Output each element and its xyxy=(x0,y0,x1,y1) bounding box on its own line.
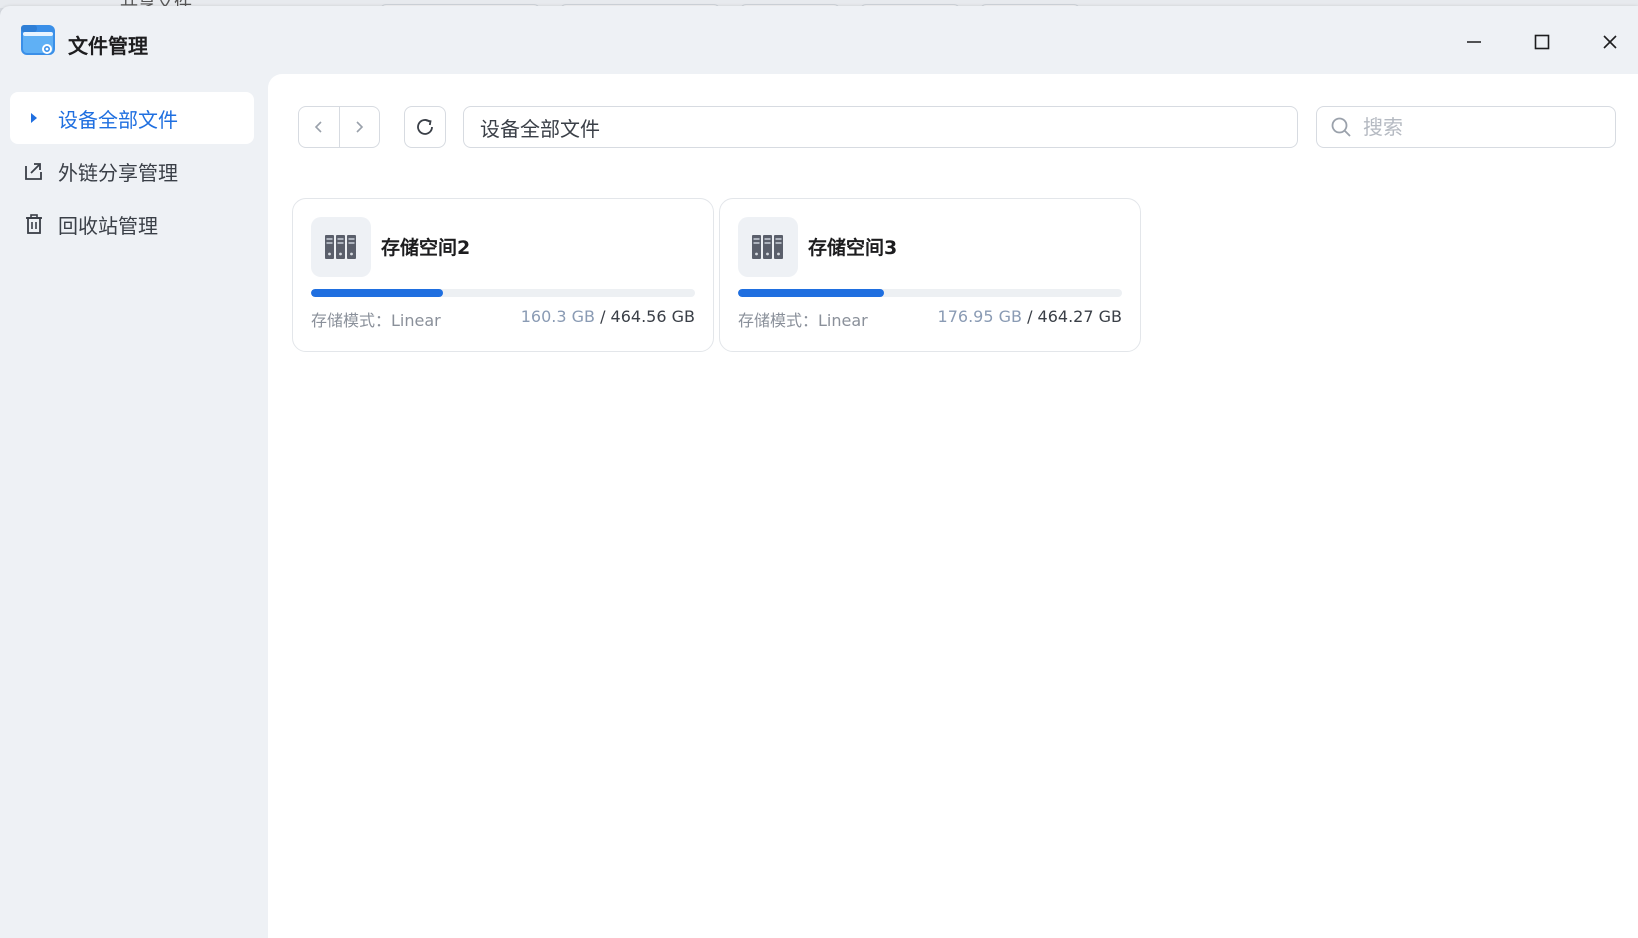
maximize-button[interactable] xyxy=(1526,26,1558,58)
close-icon xyxy=(1603,35,1617,49)
close-button[interactable] xyxy=(1594,26,1626,58)
storage-usage-fill xyxy=(311,289,444,297)
path-text: 设备全部文件 xyxy=(480,116,600,141)
sidebar-item-label: 外链分享管理 xyxy=(58,160,178,185)
storage-separator: / xyxy=(594,307,611,326)
title-bar[interactable]: 文件管理 xyxy=(0,6,1638,74)
main-content: 设备全部文件 搜索 存储空间2 存储模式：Linear 160.3 GB / 4… xyxy=(268,74,1638,938)
storage-total: 464.27 GB xyxy=(1037,307,1122,326)
app-title: 文件管理 xyxy=(68,34,148,58)
sidebar-item-all-files[interactable]: 设备全部文件 xyxy=(10,92,254,144)
back-button[interactable] xyxy=(299,107,339,147)
storage-card[interactable]: 存储空间2 存储模式：Linear 160.3 GB / 464.56 GB xyxy=(292,198,714,352)
sidebar-item-share-links[interactable]: 外链分享管理 xyxy=(10,145,254,197)
sidebar-item-label: 回收站管理 xyxy=(58,213,158,238)
storage-used: 176.95 GB xyxy=(937,307,1022,326)
storage-separator: / xyxy=(1021,307,1038,326)
trash-icon xyxy=(22,212,46,236)
chevron-left-icon xyxy=(314,121,322,133)
search-input[interactable] xyxy=(1363,115,1593,139)
chevron-right-icon xyxy=(356,121,364,133)
server-icon xyxy=(738,217,798,277)
storage-name: 存储空间2 xyxy=(381,237,471,259)
server-icon xyxy=(311,217,371,277)
storage-usage-bar xyxy=(738,289,1122,297)
maximize-icon xyxy=(1534,34,1550,50)
storage-card[interactable]: 存储空间3 存储模式：Linear 176.95 GB / 464.27 GB xyxy=(719,198,1141,352)
sidebar: 设备全部文件 外链分享管理 回收站管理 xyxy=(0,74,268,938)
search-icon xyxy=(1329,115,1353,139)
minimize-icon xyxy=(1467,41,1481,43)
storage-name: 存储空间3 xyxy=(808,237,898,259)
path-breadcrumb[interactable]: 设备全部文件 xyxy=(463,106,1298,148)
refresh-icon xyxy=(417,119,433,135)
file-manager-window: 文件管理 设备全部文件 外链分享管理 回收站管理 设备全部文件 搜索 存储空间2… xyxy=(0,6,1638,938)
storage-usage-fill xyxy=(738,289,885,297)
navigation-buttons xyxy=(298,106,380,148)
refresh-button[interactable] xyxy=(404,106,446,148)
storage-used: 160.3 GB xyxy=(520,307,595,326)
storage-usage-bar xyxy=(311,289,695,297)
forward-button[interactable] xyxy=(338,107,380,147)
minimize-button[interactable] xyxy=(1458,26,1490,58)
storage-total: 464.56 GB xyxy=(610,307,695,326)
storage-mode: 存储模式：Linear xyxy=(311,311,441,330)
share-icon xyxy=(22,159,46,183)
caret-right-icon xyxy=(22,106,46,130)
search-box xyxy=(1316,106,1616,148)
storage-mode: 存储模式：Linear xyxy=(738,311,868,330)
storage-size: 176.95 GB / 464.27 GB xyxy=(938,307,1122,326)
sidebar-item-label: 设备全部文件 xyxy=(58,107,178,132)
storage-size: 160.3 GB / 464.56 GB xyxy=(521,307,695,326)
sidebar-item-recycle-bin[interactable]: 回收站管理 xyxy=(10,198,254,250)
folder-gear-icon xyxy=(20,22,56,58)
